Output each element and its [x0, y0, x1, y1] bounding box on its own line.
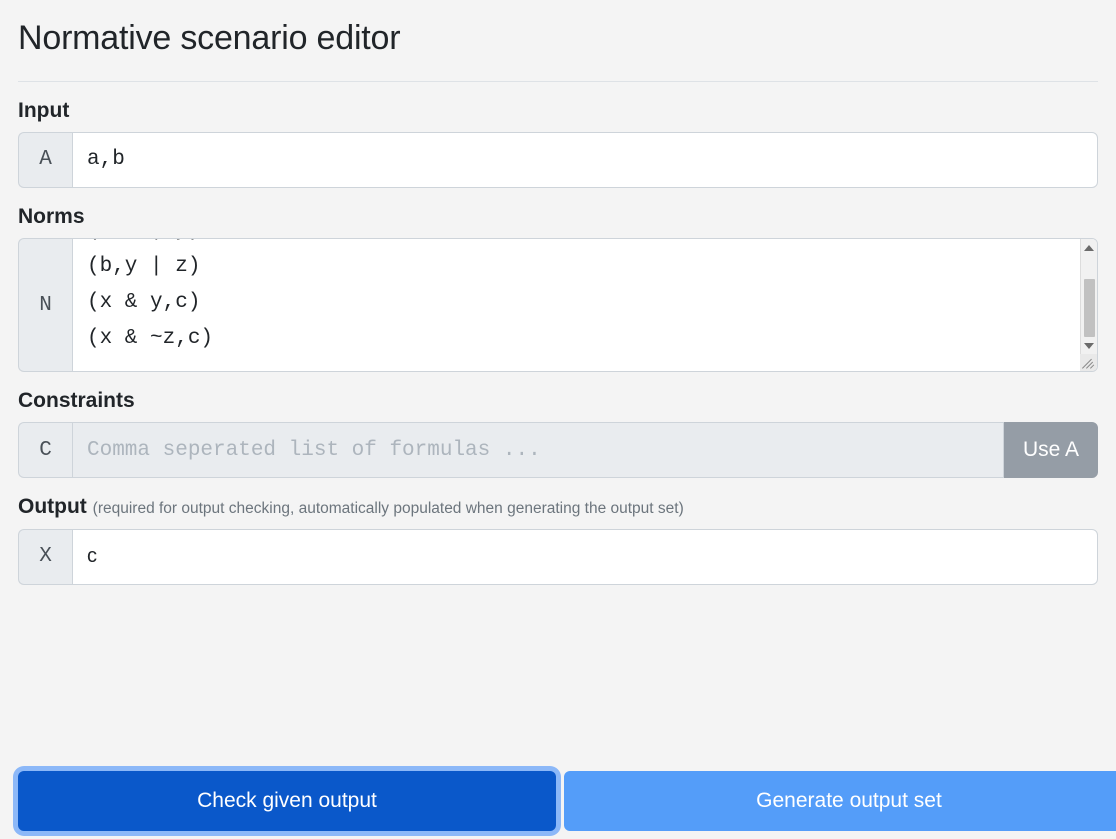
app-root: Normative scenario editor Input A a,b No… [0, 0, 1116, 839]
scrollbar-thumb[interactable] [1084, 279, 1095, 338]
footer-actions: Check given output Generate output set [18, 771, 1116, 831]
resize-grip-icon[interactable] [1080, 354, 1097, 372]
norms-scrollbar[interactable] [1080, 239, 1097, 372]
input-group-constraints: C Comma seperated list of formulas ... U… [18, 422, 1098, 479]
output-label-text: Output [18, 495, 87, 519]
scroll-down-icon[interactable] [1081, 337, 1097, 355]
use-a-button[interactable]: Use A [1003, 422, 1098, 479]
constraints-prefix-c: C [18, 422, 72, 479]
input-prefix-a: A [18, 131, 72, 188]
constraints-section-label: Constraints [18, 389, 135, 413]
output-prefix-x: X [18, 528, 72, 585]
constraints-field[interactable]: Comma seperated list of formulas ... [72, 422, 1004, 479]
norms-textarea-content: (a,x | y) (b,y | z) (x & y,c) (x & ~z,c) [87, 239, 214, 351]
norms-textarea-wrapper: (a,x | y) (b,y | z) (x & y,c) (x & ~z,c) [72, 238, 1098, 373]
check-given-output-button[interactable]: Check given output [18, 771, 556, 831]
input-section-label: Input [18, 98, 70, 122]
output-field-x[interactable]: c [72, 528, 1098, 585]
norms-textarea[interactable]: (a,x | y) (b,y | z) (x & y,c) (x & ~z,c) [73, 239, 1080, 371]
input-group-x: X c [18, 528, 1098, 585]
input-field-a[interactable]: a,b [72, 131, 1098, 188]
norms-section-label: Norms [18, 204, 85, 228]
page-title: Normative scenario editor [18, 19, 401, 57]
scroll-up-icon[interactable] [1081, 239, 1097, 257]
constraints-placeholder: Comma seperated list of formulas ... [87, 438, 541, 462]
output-hint: (required for output checking, automatic… [92, 500, 684, 518]
input-group-a: A a,b [18, 131, 1098, 188]
norms-prefix-n: N [18, 238, 72, 373]
generate-output-set-button[interactable]: Generate output set [564, 771, 1116, 831]
input-group-norms: N (a,x | y) (b,y | z) (x & y,c) (x & ~z,… [18, 238, 1098, 373]
output-section-label: Output (required for output checking, au… [18, 478, 1098, 528]
